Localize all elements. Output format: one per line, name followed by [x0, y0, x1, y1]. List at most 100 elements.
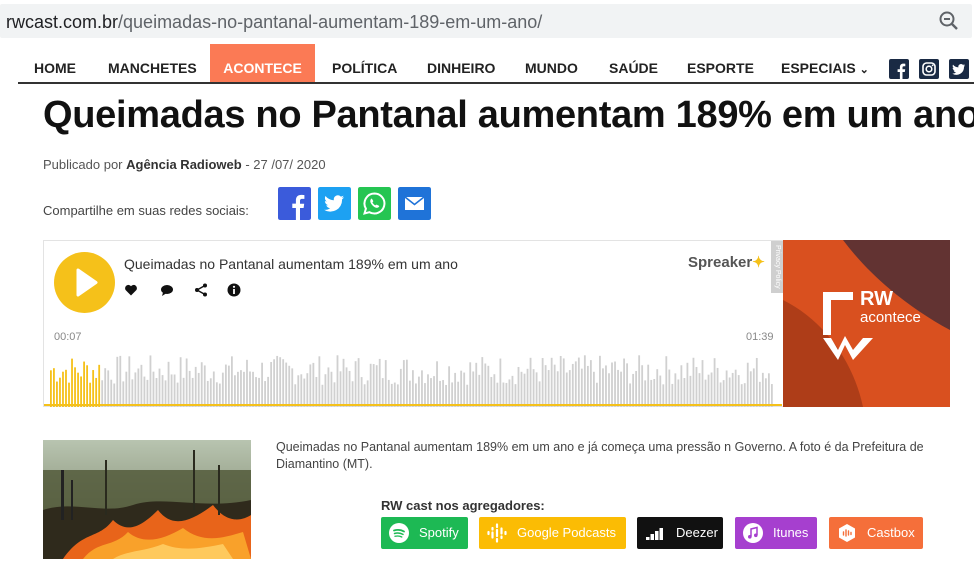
play-button[interactable] [54, 252, 115, 313]
nav-dinheiro[interactable]: DINHEIRO [427, 44, 495, 82]
waveform-bar [212, 371, 215, 407]
waveform-bar [746, 362, 749, 407]
waveform-bar [532, 369, 535, 407]
waveform-bar [620, 371, 622, 407]
heart-icon[interactable] [124, 283, 138, 297]
waveform-bar [577, 357, 580, 407]
waveform-bar [116, 356, 119, 407]
waveform-bar [125, 371, 128, 407]
waveform-bar [255, 377, 257, 407]
waveform-bar [710, 372, 713, 407]
waveform-bar [71, 358, 73, 407]
share-icon[interactable] [194, 283, 208, 297]
comment-icon[interactable] [160, 283, 174, 297]
facebook-icon[interactable] [889, 59, 909, 79]
waveform-bar [523, 373, 526, 407]
deezer-icon [646, 528, 663, 540]
waveform-bar [535, 372, 538, 407]
waveform-bar [243, 371, 245, 407]
nav-manchetes[interactable]: MANCHETES [108, 44, 197, 82]
info-icon[interactable] [227, 283, 241, 297]
waveform-bar [309, 364, 312, 407]
nav-esporte[interactable]: ESPORTE [687, 44, 754, 82]
waveform-bar [155, 378, 158, 407]
waveform-bar [734, 369, 737, 407]
waveform-bar [547, 370, 550, 407]
share-email-button[interactable] [398, 187, 431, 220]
share-label: Compartilhe em suas redes sociais: [43, 203, 249, 218]
fire-photo-image [43, 440, 251, 559]
waveform-bar [143, 376, 146, 407]
waveform-bar [653, 379, 656, 407]
zoom-out-icon[interactable] [938, 10, 960, 32]
waveform-bar [638, 355, 641, 407]
waveform-bar [86, 365, 89, 407]
waveform-bar [237, 371, 239, 407]
waveform-bar [98, 364, 101, 407]
waveform-bar [605, 365, 607, 407]
waveform-bar [611, 362, 613, 407]
castbox-icon [839, 524, 855, 542]
waveform-bar [707, 374, 710, 407]
nav-especiais[interactable]: ESPECIAIS ⌄ [781, 44, 869, 82]
waveform-bar [387, 379, 390, 407]
waveform-bar [632, 373, 635, 407]
url-text[interactable]: rwcast.com.br/queimadas-no-pantanal-aume… [6, 12, 542, 33]
nav-home[interactable]: HOME [34, 44, 76, 82]
spreaker-logo[interactable]: Spreaker✦ [688, 253, 765, 271]
waveform-bar [194, 366, 197, 407]
itunes-icon [743, 523, 763, 543]
waveform-bar [402, 360, 405, 407]
nav-mundo[interactable]: MUNDO [525, 44, 578, 82]
share-twitter-button[interactable] [318, 187, 351, 220]
waveform-bar [182, 377, 185, 407]
itunes-button[interactable]: Itunes [735, 517, 817, 549]
waveform-bar [399, 368, 402, 407]
waveform-bar [752, 368, 755, 407]
waveform-bar [405, 359, 408, 407]
google-podcasts-button[interactable]: Google Podcasts [479, 517, 626, 549]
instagram-icon[interactable] [919, 59, 939, 79]
main-nav: HOME MANCHETES ACONTECE POLÍTICA DINHEIR… [18, 44, 974, 84]
waveform-bar [583, 355, 586, 407]
waveform-bar [50, 370, 52, 407]
waveform-bar [568, 370, 571, 407]
waveform[interactable] [50, 349, 774, 407]
waveform-bar [731, 372, 734, 407]
spotify-button[interactable]: Spotify [381, 517, 468, 549]
share-facebook-button[interactable] [278, 187, 311, 220]
waveform-bar [267, 376, 270, 407]
share-whatsapp-button[interactable] [358, 187, 391, 220]
waveform-bar [134, 372, 137, 407]
nav-politica[interactable]: POLÍTICA [332, 44, 397, 82]
google-podcasts-icon [487, 523, 507, 543]
waveform-bar [608, 373, 610, 407]
deezer-button[interactable]: Deezer [637, 517, 723, 549]
waveform-bar [306, 373, 309, 407]
waveform-bar [77, 372, 79, 407]
url-field[interactable]: rwcast.com.br/queimadas-no-pantanal-aume… [0, 4, 972, 38]
waveform-bar [704, 379, 707, 407]
waveform-bar [602, 368, 604, 407]
twitter-icon[interactable] [949, 59, 969, 79]
waveform-bar [550, 357, 553, 407]
waveform-bar [692, 357, 695, 407]
waveform-bar [761, 372, 764, 407]
waveform-bar [677, 379, 680, 407]
waveform-bar [647, 364, 650, 407]
waveform-bar [767, 373, 770, 407]
waveform-bar [324, 374, 327, 407]
castbox-button[interactable]: Castbox [829, 517, 923, 549]
nav-acontece[interactable]: ACONTECE [210, 44, 315, 82]
waveform-bar [354, 361, 357, 407]
waveform-bar [146, 379, 149, 407]
author-link[interactable]: Agência Radioweb [126, 157, 242, 172]
waveform-bar [526, 368, 529, 407]
waveform-bar [366, 380, 369, 407]
play-icon [76, 268, 98, 297]
waveform-bar [342, 358, 345, 407]
waveform-bar [158, 368, 161, 407]
nav-saude[interactable]: SAÚDE [609, 44, 658, 82]
waveform-bar [586, 365, 589, 407]
waveform-bar [270, 362, 273, 407]
